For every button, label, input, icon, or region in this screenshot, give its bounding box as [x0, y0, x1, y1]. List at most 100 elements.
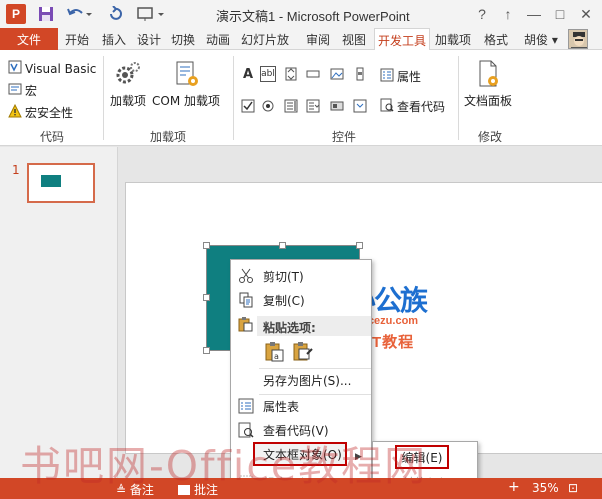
gear-icon	[112, 58, 144, 90]
tab-animations[interactable]: 动画	[206, 28, 230, 50]
command-button-control[interactable]	[305, 66, 321, 82]
textbox-control-button[interactable]: abl	[260, 66, 276, 82]
tab-addins[interactable]: 加载项	[435, 28, 471, 50]
slideshow-icon	[137, 7, 164, 21]
view-code-icon	[380, 98, 394, 115]
radio-icon	[262, 100, 274, 112]
comments-button[interactable]: 批注	[178, 481, 218, 498]
undo-icon	[67, 8, 92, 16]
menu-item-cut[interactable]: 剪切(T)	[231, 264, 371, 288]
submenu-item-edit[interactable]: 编辑(E)	[395, 445, 449, 469]
macros-icon	[8, 82, 22, 99]
group-label-modify: 修改	[478, 130, 503, 144]
comment-icon	[178, 484, 190, 495]
zoom-in-button[interactable]: +	[508, 479, 520, 495]
tab-view[interactable]: 视图	[342, 28, 366, 50]
help-button[interactable]: ?	[470, 3, 494, 25]
copy-icon	[237, 291, 255, 309]
group-label-code: 代码	[40, 130, 65, 144]
com-addins-button[interactable]: COM 加载项	[152, 58, 220, 109]
checkbox-control-button[interactable]	[240, 98, 256, 114]
spin-button-control[interactable]	[283, 66, 299, 82]
view-code-button[interactable]: 查看代码	[380, 98, 445, 115]
paste-text-icon: a	[265, 342, 284, 362]
properties-icon	[380, 68, 394, 85]
paste-keep-text-button[interactable]: a	[263, 340, 287, 364]
resize-handle[interactable]	[203, 294, 210, 301]
context-menu: 剪切(T) 复制(C) 粘贴选项: a 另存为图片(S)... 属性表 查看代码…	[230, 259, 372, 499]
group-label-controls: 控件	[332, 130, 357, 144]
macro-security-button[interactable]: 宏安全性	[8, 103, 73, 121]
submenu-arrow-icon: ▶	[355, 452, 362, 462]
tab-file[interactable]: 文件	[0, 28, 58, 50]
tab-insert[interactable]: 插入	[102, 28, 126, 50]
user-account[interactable]: 胡俊 ▾	[524, 31, 558, 48]
label-control-button[interactable]: A	[240, 66, 256, 82]
redo-icon	[110, 6, 122, 20]
properties-button[interactable]: 属性	[380, 68, 421, 85]
avatar[interactable]	[568, 29, 588, 49]
button-icon	[306, 70, 320, 78]
paste-icon	[237, 316, 255, 334]
maximize-button[interactable]: □	[548, 3, 572, 25]
listbox-control-button[interactable]	[283, 98, 299, 114]
slide-thumbnail[interactable]	[27, 163, 95, 203]
group-divider	[233, 56, 234, 140]
menu-item-textbox-object[interactable]: 文本框对象(O)	[253, 442, 347, 466]
ribbon-display-options-button[interactable]: ↑	[496, 3, 520, 25]
toggle-button-control[interactable]	[329, 98, 345, 114]
scissors-icon	[237, 267, 255, 285]
image-control-button[interactable]	[329, 66, 345, 82]
group-divider	[458, 56, 459, 140]
menu-item-property-sheet[interactable]: 属性表	[231, 394, 371, 418]
paste-picture-button[interactable]	[291, 340, 315, 364]
zoom-level[interactable]: 35%	[532, 481, 559, 495]
combobox-control-button[interactable]	[305, 98, 321, 114]
thumbnail-shape	[41, 175, 61, 187]
close-button[interactable]: ✕	[574, 3, 598, 25]
group-label-addins: 加载项	[150, 130, 187, 144]
undo-button[interactable]	[64, 4, 94, 24]
tab-home[interactable]: 开始	[65, 28, 89, 50]
document-panel-button[interactable]: 文档面板	[464, 58, 512, 109]
group-divider	[103, 56, 104, 140]
macros-button[interactable]: 宏	[8, 82, 37, 99]
com-addins-icon	[170, 58, 202, 90]
redo-button[interactable]	[104, 4, 126, 24]
menu-item-save-as-picture[interactable]: 另存为图片(S)...	[231, 368, 371, 392]
resize-handle[interactable]	[203, 347, 210, 354]
ribbon-tab-bar: 文件 开始 插入 设计 切换 动画 幻灯片放 审阅 视图 开发工具 加载项 格式…	[0, 28, 602, 51]
menu-item-view-code[interactable]: 查看代码(V)	[231, 418, 371, 442]
minimize-button[interactable]: —	[522, 3, 546, 25]
menu-item-copy[interactable]: 复制(C)	[231, 288, 371, 312]
view-code-icon	[237, 421, 255, 439]
powerpoint-logo-icon[interactable]: P	[6, 4, 26, 24]
fit-to-window-button[interactable]: ⊡	[568, 481, 578, 495]
tab-design[interactable]: 设计	[137, 28, 161, 50]
start-slideshow-button[interactable]	[134, 4, 168, 24]
spin-icon	[285, 67, 297, 81]
paste-options-header: 粘贴选项:	[257, 316, 371, 336]
svg-text:a: a	[274, 352, 279, 361]
option-button-control[interactable]	[260, 98, 276, 114]
more-controls-icon	[353, 99, 367, 113]
scrollbar-control-button[interactable]	[352, 66, 368, 82]
resize-handle[interactable]	[356, 242, 363, 249]
visual-basic-button[interactable]: Visual Basic	[8, 60, 96, 77]
tab-developer[interactable]: 开发工具	[374, 28, 431, 51]
save-button[interactable]	[36, 4, 56, 24]
resize-handle[interactable]	[279, 242, 286, 249]
tab-review[interactable]: 审阅	[306, 28, 330, 50]
checkbox-icon	[241, 99, 255, 113]
resize-handle[interactable]	[203, 242, 210, 249]
tab-transitions[interactable]: 切换	[171, 28, 195, 50]
warning-icon	[8, 103, 22, 121]
tab-format[interactable]: 格式	[484, 28, 508, 50]
ribbon-developer: Visual Basic 宏 宏安全性 代码 加载项 COM 加载项 加载项 A…	[0, 50, 602, 146]
notes-button[interactable]: ≜ 备注	[116, 481, 154, 498]
more-controls-button[interactable]	[352, 98, 368, 114]
addins-button[interactable]: 加载项	[110, 58, 146, 109]
tab-slideshow[interactable]: 幻灯片放	[241, 28, 289, 50]
paste-picture-icon	[293, 342, 313, 361]
slide-thumbnail-pane: 1	[0, 147, 118, 478]
